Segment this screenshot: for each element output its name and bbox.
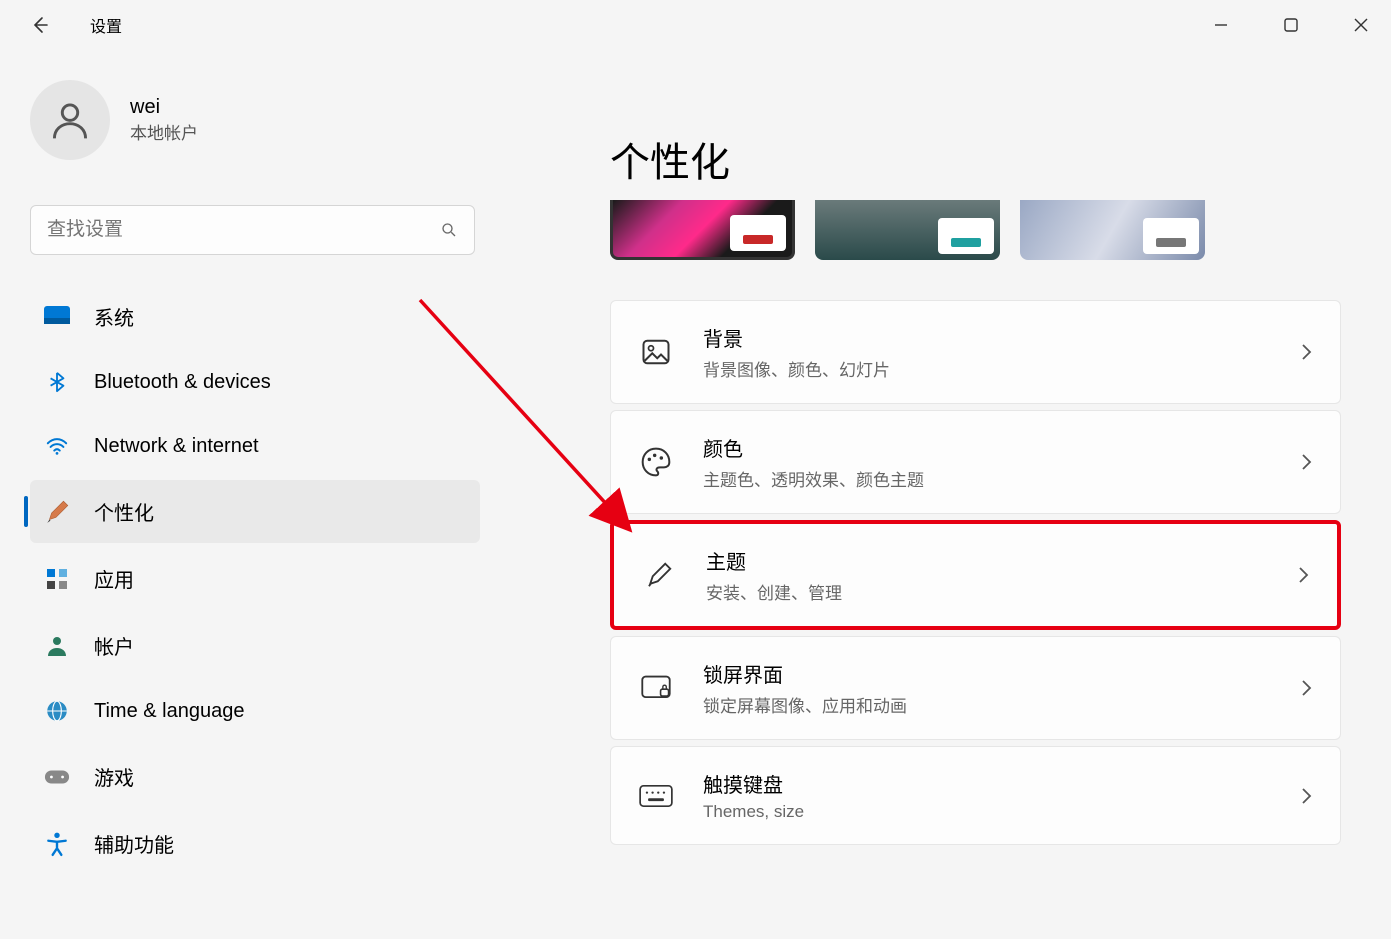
maximize-icon bbox=[1284, 18, 1298, 32]
card-touch-keyboard[interactable]: 触摸键盘 Themes, size bbox=[610, 746, 1341, 845]
search-box[interactable] bbox=[30, 205, 475, 255]
nav-item-time-language[interactable]: Time & language bbox=[30, 681, 480, 741]
apps-icon bbox=[45, 567, 69, 591]
user-name: wei bbox=[130, 96, 198, 119]
chevron-right-icon bbox=[1300, 786, 1312, 806]
theme-preview-2[interactable] bbox=[815, 200, 1000, 260]
nav-label: Network & internet bbox=[94, 435, 259, 458]
card-desc: 背景图像、颜色、幻灯片 bbox=[703, 356, 1270, 381]
nav-list: 系统 Bluetooth & devices Network & interne… bbox=[30, 285, 480, 875]
close-button[interactable] bbox=[1341, 10, 1381, 40]
gamepad-icon bbox=[44, 767, 70, 787]
nav-label: 帐户 bbox=[94, 631, 134, 660]
person-nav-icon bbox=[45, 634, 69, 658]
card-title: 背景 bbox=[703, 323, 1270, 352]
search-icon bbox=[440, 221, 458, 239]
lockscreen-icon bbox=[640, 674, 672, 702]
maximize-button[interactable] bbox=[1271, 10, 1311, 40]
main-content: 个性化 背景 背景图像、颜色、幻灯片 bbox=[500, 50, 1391, 939]
nav-item-gaming[interactable]: 游戏 bbox=[30, 745, 480, 808]
card-lockscreen[interactable]: 锁屏界面 锁定屏幕图像、应用和动画 bbox=[610, 636, 1341, 740]
user-type: 本地帐户 bbox=[130, 119, 198, 144]
keyboard-icon bbox=[639, 784, 673, 808]
nav-item-bluetooth[interactable]: Bluetooth & devices bbox=[30, 352, 480, 412]
minimize-icon bbox=[1214, 18, 1228, 32]
wifi-icon bbox=[44, 435, 70, 457]
palette-icon bbox=[640, 446, 672, 478]
chevron-right-icon bbox=[1300, 452, 1312, 472]
avatar bbox=[30, 80, 110, 160]
theme-brush-icon bbox=[644, 560, 674, 590]
nav-item-personalization[interactable]: 个性化 bbox=[30, 480, 480, 543]
close-icon bbox=[1354, 18, 1368, 32]
app-title: 设置 bbox=[90, 13, 122, 37]
card-themes[interactable]: 主题 安装、创建、管理 bbox=[610, 520, 1341, 630]
chevron-right-icon bbox=[1300, 342, 1312, 362]
theme-preview-3[interactable] bbox=[1020, 200, 1205, 260]
accessibility-icon bbox=[44, 831, 70, 857]
card-title: 颜色 bbox=[703, 433, 1270, 462]
nav-label: 应用 bbox=[94, 564, 134, 593]
titlebar: 设置 bbox=[0, 0, 1391, 50]
card-background[interactable]: 背景 背景图像、颜色、幻灯片 bbox=[610, 300, 1341, 404]
system-icon bbox=[44, 306, 70, 328]
nav-item-network[interactable]: Network & internet bbox=[30, 416, 480, 476]
chevron-right-icon bbox=[1297, 565, 1309, 585]
nav-label: 游戏 bbox=[94, 762, 134, 791]
page-title: 个性化 bbox=[610, 130, 1341, 188]
sidebar: wei 本地帐户 系统 Bluetooth & devices Network … bbox=[0, 50, 500, 939]
card-desc: 锁定屏幕图像、应用和动画 bbox=[703, 692, 1270, 717]
card-colors[interactable]: 颜色 主题色、透明效果、颜色主题 bbox=[610, 410, 1341, 514]
nav-label: Bluetooth & devices bbox=[94, 371, 271, 394]
card-title: 主题 bbox=[706, 546, 1267, 575]
theme-previews bbox=[610, 200, 1341, 260]
search-input[interactable] bbox=[47, 219, 440, 241]
nav-label: 系统 bbox=[94, 302, 134, 331]
nav-label: Time & language bbox=[94, 700, 244, 723]
window-controls bbox=[1201, 10, 1381, 40]
image-icon bbox=[641, 337, 671, 367]
nav-item-system[interactable]: 系统 bbox=[30, 285, 480, 348]
card-desc: 主题色、透明效果、颜色主题 bbox=[703, 466, 1270, 491]
back-button[interactable] bbox=[20, 5, 60, 45]
bluetooth-icon bbox=[46, 369, 68, 395]
theme-preview-1[interactable] bbox=[610, 200, 795, 260]
card-title: 锁屏界面 bbox=[703, 659, 1270, 688]
nav-item-apps[interactable]: 应用 bbox=[30, 547, 480, 610]
nav-label: 辅助功能 bbox=[94, 829, 174, 858]
nav-item-accounts[interactable]: 帐户 bbox=[30, 614, 480, 677]
chevron-right-icon bbox=[1300, 678, 1312, 698]
back-arrow-icon bbox=[30, 15, 50, 35]
brush-icon bbox=[44, 499, 70, 525]
person-icon bbox=[48, 98, 92, 142]
minimize-button[interactable] bbox=[1201, 10, 1241, 40]
nav-item-accessibility[interactable]: 辅助功能 bbox=[30, 812, 480, 875]
card-desc: 安装、创建、管理 bbox=[706, 579, 1267, 604]
user-section[interactable]: wei 本地帐户 bbox=[30, 80, 480, 160]
card-title: 触摸键盘 bbox=[703, 769, 1270, 798]
nav-label: 个性化 bbox=[94, 497, 154, 526]
globe-icon bbox=[44, 698, 70, 724]
card-desc: Themes, size bbox=[703, 802, 1270, 822]
